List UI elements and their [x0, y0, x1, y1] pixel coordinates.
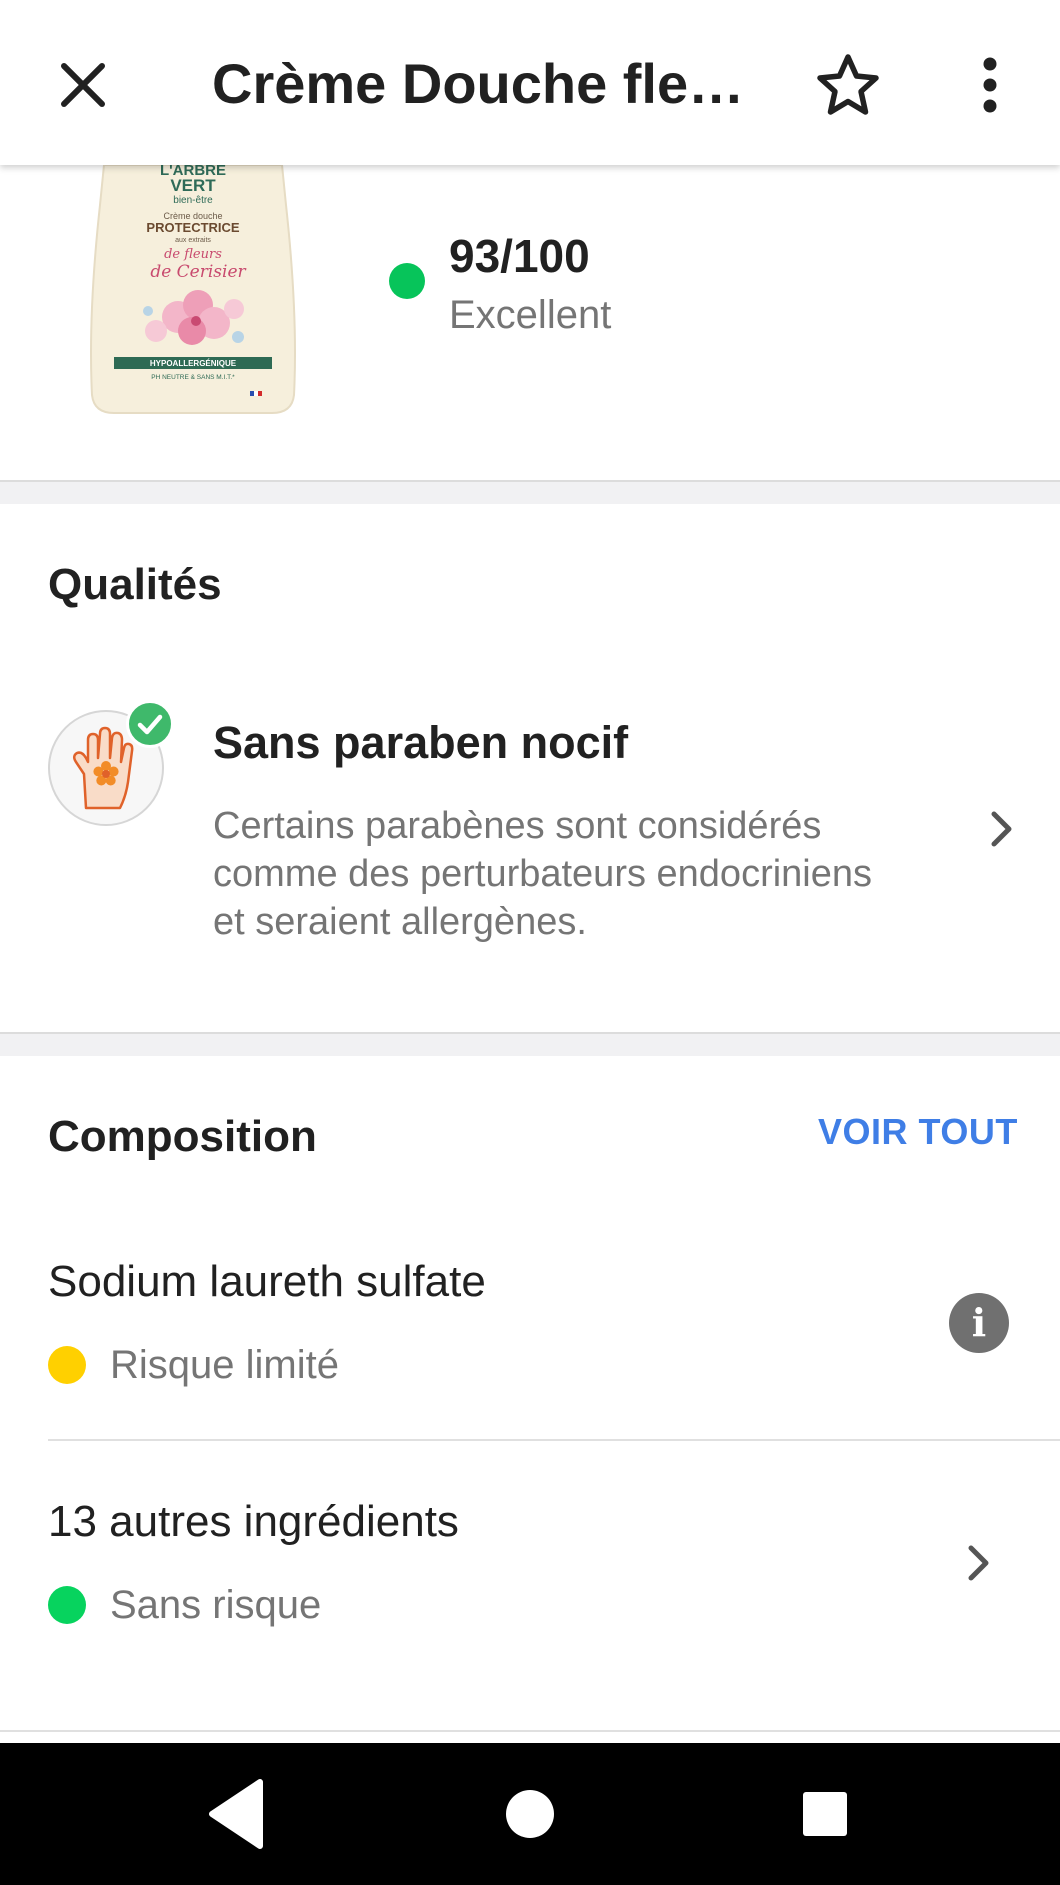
section-divider — [0, 480, 1060, 504]
see-all-button[interactable]: VOIR TOUT — [818, 1110, 1018, 1154]
risk-dot-green — [48, 1586, 86, 1624]
chevron-right-icon[interactable] — [982, 804, 1022, 854]
quality-title: Sans paraben nocif — [213, 717, 629, 768]
page-title: Crème Douche fleurs de Cerisier — [212, 52, 772, 115]
circle-home-icon[interactable] — [460, 1743, 600, 1885]
info-icon[interactable]: i — [949, 1293, 1009, 1353]
system-navigation-bar — [0, 1743, 1060, 1885]
bottle-small-print: PH NEUTRE & SANS M.I.T.* — [151, 374, 235, 381]
composition-section-title: Composition — [48, 1112, 317, 1161]
row-divider — [48, 1439, 1060, 1441]
chevron-right-icon[interactable] — [959, 1538, 999, 1588]
bottle-claim-sub: aux extraits — [175, 237, 211, 244]
qualities-section-title: Qualités — [48, 560, 222, 609]
ingredient-name: 13 autres ingrédients — [48, 1497, 459, 1546]
bottle-scent-line1: de fleurs — [164, 247, 222, 262]
product-image[interactable]: L'ARBRE VERT bien-être Crème douche PROT… — [86, 165, 300, 415]
quality-description: Certains parabènes sont considérés comme… — [213, 805, 873, 943]
section-divider — [0, 1730, 1060, 1732]
score-label: Excellent — [449, 293, 612, 337]
bottle-claim: PROTECTRICE — [146, 220, 240, 235]
triangle-back-icon[interactable] — [166, 1743, 306, 1885]
bottle-scent-line2: de Cerisier — [150, 262, 246, 282]
bottle-banner: HYPOALLERGÉNIQUE — [150, 359, 237, 368]
top-app-bar: Crème Douche fleurs de Cerisier — [0, 0, 1060, 165]
risk-label: Risque limité — [110, 1343, 339, 1387]
close-icon[interactable] — [48, 50, 118, 120]
risk-dot-yellow — [48, 1346, 86, 1384]
ingredient-name: Sodium laureth sulfate — [48, 1257, 486, 1306]
star-outline-icon[interactable] — [812, 50, 884, 120]
risk-label: Sans risque — [110, 1583, 322, 1627]
section-divider — [0, 1032, 1060, 1056]
bottle-brand-line3: bien-être — [173, 195, 213, 206]
more-vertical-icon[interactable] — [960, 50, 1020, 120]
score-value: 93/100 — [449, 230, 590, 282]
check-icon — [126, 700, 174, 748]
score-indicator-dot — [389, 263, 425, 299]
bottle-brand-line2: VERT — [170, 176, 216, 195]
square-recents-icon[interactable] — [755, 1743, 895, 1885]
